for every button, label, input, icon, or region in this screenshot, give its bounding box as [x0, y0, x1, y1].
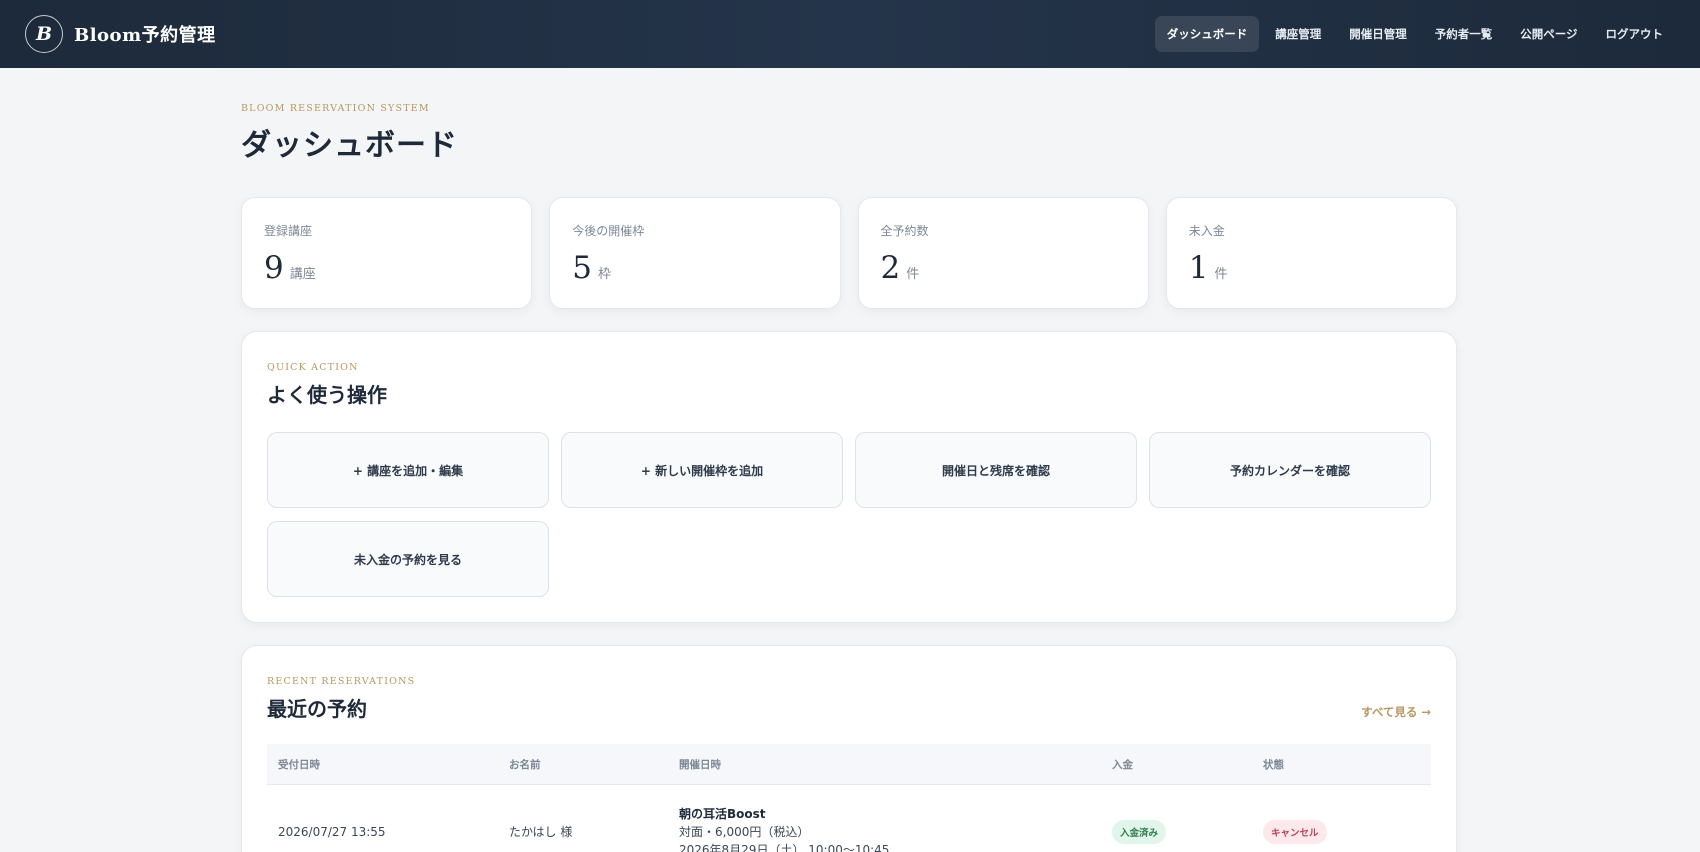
check-dates-seats-button[interactable]: 開催日と残席を確認	[855, 432, 1137, 508]
page-eyebrow: BLOOM RESERVATION SYSTEM	[241, 103, 430, 114]
add-edit-course-button[interactable]: + 講座を追加・編集	[267, 432, 549, 508]
panel-title: よく使う操作	[267, 383, 387, 407]
stat-value: 5	[572, 250, 592, 286]
unpaid-reservations-button[interactable]: 未入金の予約を見る	[267, 521, 549, 597]
nav-reservations[interactable]: 予約者一覧	[1423, 16, 1505, 52]
brand[interactable]: B Bloom予約管理	[25, 15, 216, 53]
column-header: 開催日時	[679, 758, 721, 771]
stat-value: 1	[1188, 250, 1209, 286]
course-date: 2026年8月29日（土） 10:00〜10:45	[679, 842, 890, 852]
payment-badge: 入金済み	[1112, 819, 1167, 844]
course-name: 朝の耳活Boost	[679, 806, 766, 821]
stat-card-courses: 登録講座 9 講座	[241, 197, 533, 309]
course-detail: 対面・6,000円（税込）	[679, 824, 810, 839]
reservation-calendar-button[interactable]: 予約カレンダーを確認	[1149, 432, 1431, 508]
see-all-link[interactable]: すべて見る →	[1361, 704, 1431, 720]
brand-logo: B	[25, 15, 63, 53]
stats-row: 登録講座 9 講座 今後の開催枠 5 枠 全予約数 2 件 未入金 1 件	[241, 197, 1457, 309]
nav-courses[interactable]: 講座管理	[1263, 16, 1333, 52]
main-content: BLOOM RESERVATION SYSTEM ダッシュボード 登録講座 9 …	[241, 68, 1457, 852]
add-slot-button[interactable]: + 新しい開催枠を追加	[561, 432, 843, 508]
stat-label: 登録講座	[264, 224, 313, 238]
stat-card-unpaid: 未入金 1 件	[1165, 197, 1457, 309]
column-header: 状態	[1263, 758, 1284, 771]
column-header: 受付日時	[278, 758, 320, 771]
quick-actions-grid: + 講座を追加・編集 + 新しい開催枠を追加 開催日と残席を確認 予約カレンダー…	[267, 432, 1431, 597]
panel-eyebrow: QUICK ACTION	[267, 362, 359, 373]
app-header: B Bloom予約管理 ダッシュボード 講座管理 開催日管理 予約者一覧 公開ペ…	[0, 0, 1700, 68]
stat-value: 9	[264, 250, 284, 286]
stat-unit: 講座	[289, 267, 316, 282]
stat-label: 全予約数	[880, 224, 929, 238]
stat-value: 2	[880, 250, 901, 286]
stat-unit: 枠	[597, 267, 611, 282]
received-at: 2026/07/27 13:55	[278, 824, 386, 839]
stat-unit: 件	[906, 267, 920, 282]
nav-schedules[interactable]: 開催日管理	[1337, 16, 1419, 52]
column-header: お名前	[509, 758, 541, 771]
nav-dashboard[interactable]: ダッシュボード	[1154, 16, 1260, 52]
recent-reservations-panel: RECENT RESERVATIONS 最近の予約 すべて見る → 受付日時 お…	[241, 645, 1457, 852]
stat-card-total-reservations: 全予約数 2 件	[857, 197, 1149, 309]
brand-name: Bloom予約管理	[74, 25, 216, 46]
stat-unit: 件	[1214, 267, 1228, 282]
column-header: 入金	[1112, 758, 1133, 771]
nav-logout[interactable]: ログアウト	[1594, 16, 1676, 52]
quick-action-panel: QUICK ACTION よく使う操作 + 講座を追加・編集 + 新しい開催枠を…	[241, 331, 1457, 623]
page-title: ダッシュボード	[241, 128, 458, 163]
stat-label: 今後の開催枠	[572, 224, 645, 238]
panel-title: 最近の予約	[267, 697, 367, 721]
main-nav: ダッシュボード 講座管理 開催日管理 予約者一覧 公開ページ ログアウト	[1154, 16, 1676, 52]
status-badge: キャンセル	[1263, 819, 1327, 844]
customer-name: たかはし 様	[509, 825, 573, 839]
panel-eyebrow: RECENT RESERVATIONS	[267, 676, 416, 687]
reservations-table: 受付日時 お名前 開催日時 入金 状態 2026/07/27 13:55 たかは…	[267, 744, 1431, 852]
table-row[interactable]: 2026/07/27 13:55 たかはし 様 朝の耳活Boost 対面・6,0…	[267, 785, 1431, 852]
nav-public-page[interactable]: 公開ページ	[1508, 16, 1589, 52]
stat-card-upcoming-slots: 今後の開催枠 5 枠	[549, 197, 841, 309]
course-cell: 朝の耳活Boost 対面・6,000円（税込） 2026年8月29日（土） 10…	[679, 805, 1112, 852]
stat-label: 未入金	[1188, 224, 1225, 238]
table-header: 受付日時 お名前 開催日時 入金 状態	[267, 744, 1431, 785]
